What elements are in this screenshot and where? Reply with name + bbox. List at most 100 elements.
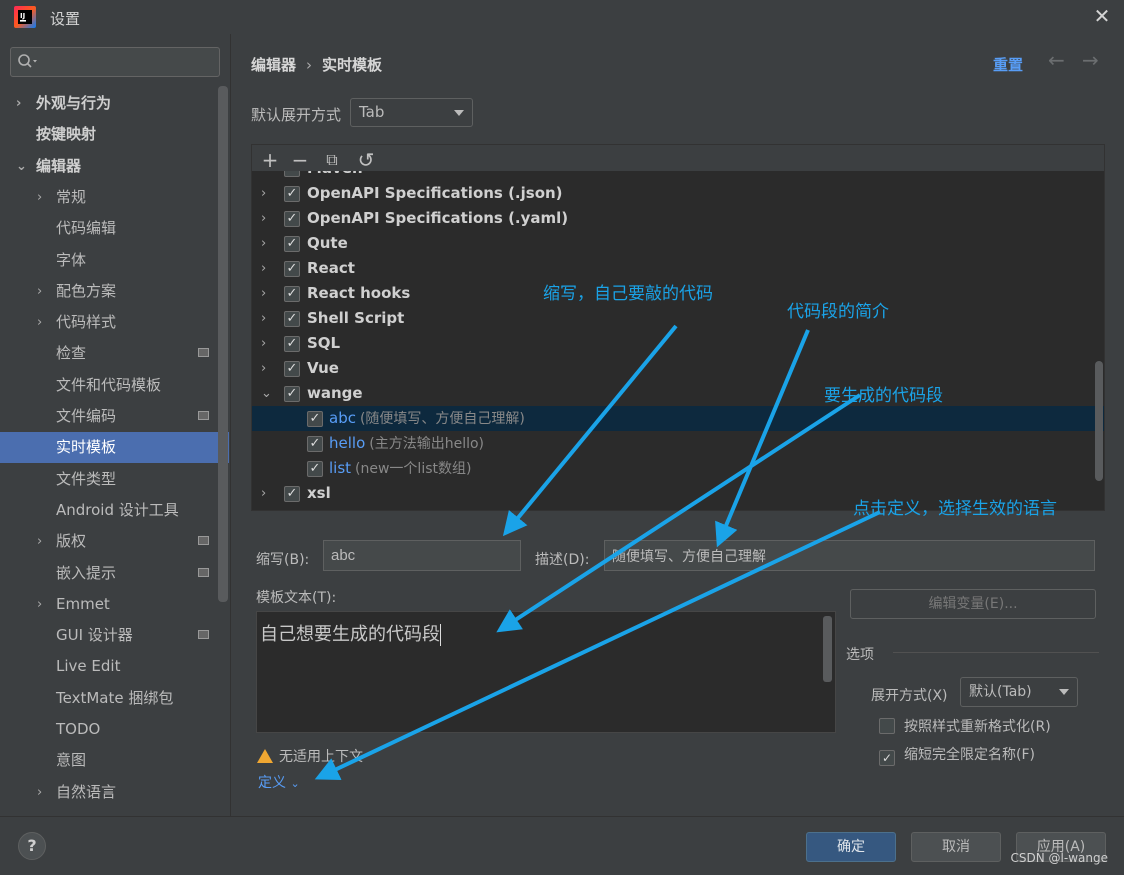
sidebar-item[interactable]: 字体 — [0, 245, 229, 276]
breadcrumb-editor[interactable]: 编辑器 — [251, 56, 296, 74]
chevron-right-icon[interactable]: › — [261, 331, 266, 356]
sidebar-item[interactable]: Android 设计工具 — [0, 495, 229, 526]
template-group-row[interactable]: › ✓ SQL — [252, 331, 1104, 356]
sidebar-item[interactable]: › 常规 — [0, 182, 229, 213]
sidebar-item[interactable]: 按键映射 — [0, 119, 229, 150]
chevron-right-icon[interactable]: › — [37, 276, 42, 307]
sidebar-item[interactable]: 文件类型 — [0, 464, 229, 495]
chevron-right-icon[interactable]: › — [261, 256, 266, 281]
template-checkbox[interactable]: ✓ — [284, 211, 300, 227]
sidebar-item[interactable]: 代码编辑 — [0, 213, 229, 244]
template-group-row[interactable]: › ✓ OpenAPI Specifications (.json) — [252, 181, 1104, 206]
template-abbreviation: list (new一个list数组) — [329, 456, 471, 482]
sidebar-item[interactable]: TextMate 捆绑包 — [0, 683, 229, 714]
search-icon — [18, 54, 37, 68]
template-checkbox[interactable]: ✓ — [284, 286, 300, 302]
sidebar-scrollbar[interactable] — [218, 86, 228, 602]
sidebar-item[interactable]: ⌄ 编辑器 — [0, 151, 229, 182]
template-text-editor[interactable]: 自己想要生成的代码段 — [256, 611, 836, 733]
template-group-label: Shell Script — [307, 309, 405, 327]
define-context-link[interactable]: 定义 ⌄ — [258, 772, 300, 792]
template-checkbox[interactable]: ✓ — [284, 311, 300, 327]
template-checkbox[interactable]: ✓ — [284, 236, 300, 252]
template-group-label: wange — [307, 384, 363, 402]
template-checkbox[interactable]: ✓ — [284, 186, 300, 202]
abbreviation-input[interactable] — [323, 540, 521, 571]
chevron-right-icon[interactable]: › — [261, 281, 266, 306]
template-group-row[interactable]: ⌄ ✓ wange — [252, 381, 1104, 406]
help-button[interactable]: ? — [18, 832, 46, 860]
template-checkbox[interactable]: ✓ — [284, 361, 300, 377]
sidebar-item[interactable]: › 外观与行为 — [0, 88, 229, 119]
chevron-right-icon[interactable]: › — [261, 306, 266, 331]
template-group-row[interactable]: › ✓ Shell Script — [252, 306, 1104, 331]
add-icon[interactable]: + — [260, 150, 280, 170]
edit-variables-button[interactable]: 编辑变量(E)... — [850, 589, 1096, 619]
close-icon[interactable]: ✕ — [1090, 4, 1114, 28]
template-group-row[interactable]: › ✓ Maven — [252, 171, 1104, 181]
chevron-right-icon[interactable]: › — [37, 589, 42, 620]
chevron-right-icon[interactable]: › — [261, 206, 266, 231]
sidebar-item[interactable]: 实时模板 — [0, 432, 229, 464]
chevron-down-icon[interactable]: ⌄ — [261, 381, 272, 406]
template-checkbox[interactable]: ✓ — [307, 411, 323, 427]
chevron-right-icon[interactable]: › — [261, 356, 266, 381]
description-input[interactable] — [604, 540, 1095, 571]
chevron-right-icon[interactable]: › — [261, 481, 266, 506]
chevron-right-icon[interactable]: › — [37, 182, 42, 213]
template-group-row[interactable]: › ✓ React — [252, 256, 1104, 281]
reset-link[interactable]: 重置 — [993, 54, 1023, 75]
template-checkbox[interactable]: ✓ — [284, 261, 300, 277]
default-expand-select[interactable]: Tab — [350, 98, 473, 127]
restore-icon[interactable]: ↺ — [356, 150, 376, 170]
ok-button[interactable]: 确定 — [806, 832, 896, 862]
template-group-row[interactable]: › ✓ Vue — [252, 356, 1104, 381]
template-checkbox[interactable]: ✓ — [307, 436, 323, 452]
chevron-right-icon[interactable]: › — [37, 307, 42, 338]
template-checkbox[interactable]: ✓ — [284, 386, 300, 402]
template-group-row[interactable]: › ✓ OpenAPI Specifications (.yaml) — [252, 206, 1104, 231]
sidebar-item[interactable]: › 代码样式 — [0, 307, 229, 338]
template-checkbox[interactable]: ✓ — [284, 486, 300, 502]
sidebar-item[interactable]: › 配色方案 — [0, 276, 229, 307]
chevron-right-icon[interactable]: › — [37, 777, 42, 808]
back-arrow-icon[interactable]: ← — [1048, 48, 1065, 72]
chevron-right-icon[interactable]: › — [261, 231, 266, 256]
sidebar-item[interactable]: › Emmet — [0, 589, 229, 620]
template-checkbox[interactable]: ✓ — [307, 461, 323, 477]
sidebar-item[interactable]: GUI 设计器 — [0, 620, 229, 651]
settings-search-input[interactable] — [10, 47, 220, 77]
annotation-code: 要生成的代码段 — [824, 386, 943, 406]
tree-scrollbar[interactable] — [1095, 361, 1103, 481]
sidebar-item[interactable]: TODO — [0, 714, 229, 745]
chevron-down-icon[interactable]: ⌄ — [16, 151, 27, 182]
template-checkbox[interactable]: ✓ — [284, 171, 300, 177]
sidebar-item[interactable]: › 自然语言 — [0, 777, 229, 808]
sidebar-item[interactable]: Live Edit — [0, 651, 229, 682]
forward-arrow-icon[interactable]: → — [1082, 48, 1099, 72]
sidebar-item[interactable]: 意图 — [0, 745, 229, 776]
template-scrollbar[interactable] — [823, 616, 832, 682]
cancel-button[interactable]: 取消 — [911, 832, 1001, 862]
expand-with-select[interactable]: 默认(Tab) — [960, 677, 1078, 707]
sidebar-item[interactable]: 嵌入提示 — [0, 558, 229, 589]
template-checkbox[interactable]: ✓ — [284, 336, 300, 352]
sidebar-item[interactable]: 文件编码 — [0, 401, 229, 432]
remove-icon[interactable]: − — [290, 150, 310, 170]
template-row[interactable]: ✓ abc (随便填写、方便自己理解) — [252, 406, 1104, 431]
shorten-fq-option[interactable]: ✓ 缩短完全限定名称(F) — [879, 744, 1035, 766]
chevron-right-icon[interactable]: › — [37, 526, 42, 557]
chevron-right-icon[interactable]: › — [16, 88, 21, 119]
chevron-right-icon[interactable]: › — [261, 171, 266, 181]
template-group-row[interactable]: › ✓ Qute — [252, 231, 1104, 256]
copy-icon[interactable]: ⧉ — [322, 150, 342, 170]
template-row[interactable]: ✓ hello (主方法输出hello) — [252, 431, 1104, 456]
chevron-right-icon[interactable]: › — [261, 181, 266, 206]
sidebar-item[interactable]: › 版权 — [0, 526, 229, 557]
sidebar-item[interactable]: 检查 — [0, 338, 229, 369]
reformat-option[interactable]: 按照样式重新格式化(R) — [879, 716, 1051, 736]
template-row[interactable]: ✓ list (new一个list数组) — [252, 456, 1104, 481]
sidebar-item[interactable]: 文件和代码模板 — [0, 370, 229, 401]
shorten-fq-checkbox[interactable]: ✓ — [879, 750, 895, 766]
reformat-checkbox[interactable] — [879, 718, 895, 734]
